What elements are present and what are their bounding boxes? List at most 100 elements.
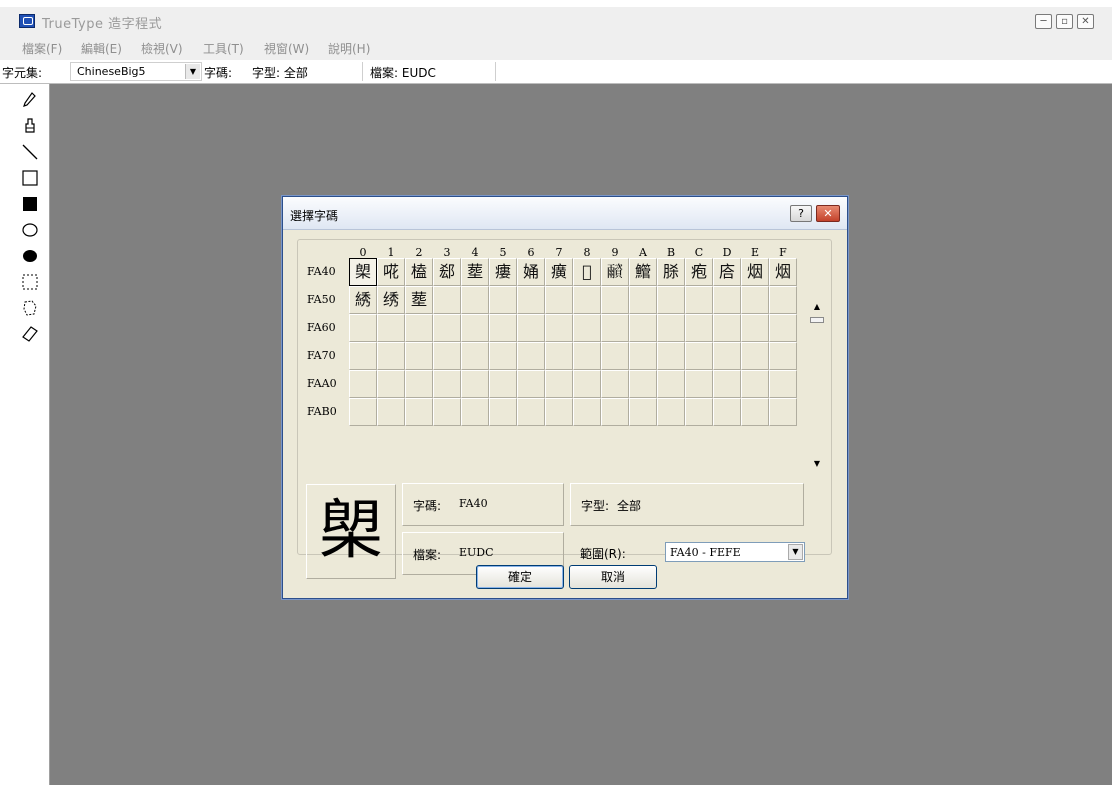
character-cell[interactable]: 塟	[405, 286, 433, 314]
character-cell[interactable]	[405, 370, 433, 398]
character-cell[interactable]	[377, 370, 405, 398]
character-cell[interactable]	[601, 286, 629, 314]
chevron-down-icon[interactable]: ▼	[185, 64, 200, 79]
minimize-button[interactable]: ─	[1035, 14, 1052, 29]
character-cell[interactable]: 𩆂	[601, 258, 629, 286]
character-cell[interactable]	[601, 370, 629, 398]
character-cell[interactable]	[405, 314, 433, 342]
rectangular-selection-icon[interactable]	[22, 274, 38, 290]
character-cell[interactable]	[405, 398, 433, 426]
character-cell[interactable]: 绣	[377, 286, 405, 314]
character-cell[interactable]	[769, 342, 797, 370]
character-cell[interactable]	[657, 398, 685, 426]
character-cell[interactable]	[545, 342, 573, 370]
character-cell[interactable]	[573, 370, 601, 398]
character-cell[interactable]	[377, 342, 405, 370]
pencil-icon[interactable]	[22, 92, 38, 108]
character-cell[interactable]: 㛚	[517, 258, 545, 286]
grid-scrollbar[interactable]: ▲ ▼	[810, 300, 824, 471]
character-cell[interactable]	[349, 314, 377, 342]
restore-button[interactable]: ▫	[1056, 14, 1073, 29]
hollow-rectangle-icon[interactable]	[22, 170, 38, 186]
character-cell[interactable]	[629, 286, 657, 314]
character-cell[interactable]	[713, 370, 741, 398]
character-cell[interactable]	[685, 286, 713, 314]
character-cell[interactable]	[461, 370, 489, 398]
character-cell[interactable]	[573, 286, 601, 314]
menu-window[interactable]: 視窗(W)	[264, 40, 309, 57]
character-cell[interactable]	[489, 370, 517, 398]
app-icon[interactable]	[19, 14, 35, 28]
help-button[interactable]: ?	[790, 205, 812, 222]
line-icon[interactable]	[22, 144, 38, 160]
character-cell[interactable]: 疱	[685, 258, 713, 286]
character-cell[interactable]	[349, 342, 377, 370]
character-cell[interactable]	[489, 314, 517, 342]
brush-icon[interactable]	[22, 118, 38, 134]
menu-tools[interactable]: 工具(T)	[203, 40, 244, 57]
character-cell[interactable]	[629, 398, 657, 426]
character-cell[interactable]: 烟	[741, 258, 769, 286]
character-cell[interactable]	[741, 342, 769, 370]
character-cell[interactable]	[713, 286, 741, 314]
character-cell[interactable]	[769, 314, 797, 342]
character-cell[interactable]	[685, 314, 713, 342]
character-cell[interactable]	[377, 314, 405, 342]
character-cell[interactable]	[713, 342, 741, 370]
character-cell[interactable]	[741, 286, 769, 314]
character-cell[interactable]	[685, 370, 713, 398]
character-cell[interactable]	[769, 286, 797, 314]
character-cell[interactable]	[769, 370, 797, 398]
character-cell[interactable]	[545, 398, 573, 426]
character-cell[interactable]	[433, 398, 461, 426]
cancel-button[interactable]: 取消	[569, 565, 657, 589]
character-cell[interactable]	[601, 398, 629, 426]
character-cell[interactable]: 脎	[657, 258, 685, 286]
character-cell[interactable]	[517, 370, 545, 398]
character-cell[interactable]	[685, 398, 713, 426]
character-cell[interactable]: 𦶜	[573, 258, 601, 286]
character-cell[interactable]	[433, 286, 461, 314]
character-cell[interactable]	[461, 342, 489, 370]
character-cell[interactable]	[657, 370, 685, 398]
character-cell[interactable]	[489, 398, 517, 426]
character-cell[interactable]	[769, 398, 797, 426]
character-cell[interactable]: 塟	[461, 258, 489, 286]
character-cell[interactable]	[461, 398, 489, 426]
menu-file[interactable]: 檔案(F)	[22, 40, 62, 57]
character-cell[interactable]: 𢈈	[713, 258, 741, 286]
character-cell[interactable]	[489, 342, 517, 370]
character-cell[interactable]	[741, 398, 769, 426]
character-cell[interactable]	[741, 314, 769, 342]
character-cell[interactable]	[545, 314, 573, 342]
character-cell[interactable]: 䲘	[629, 258, 657, 286]
ok-button[interactable]: 確定	[476, 565, 564, 589]
scroll-down-icon[interactable]: ▼	[810, 457, 824, 471]
filled-ellipse-icon[interactable]	[22, 248, 38, 264]
menu-view[interactable]: 檢視(V)	[141, 40, 183, 57]
character-cell[interactable]	[545, 370, 573, 398]
character-cell[interactable]: 綉	[349, 286, 377, 314]
charset-dropdown[interactable]: ChineseBig5 ▼	[70, 62, 202, 81]
menu-help[interactable]: 說明(H)	[328, 40, 370, 57]
filled-rectangle-icon[interactable]	[22, 196, 38, 212]
character-cell[interactable]	[349, 370, 377, 398]
scroll-up-icon[interactable]: ▲	[810, 300, 824, 314]
character-cell[interactable]	[489, 286, 517, 314]
character-cell[interactable]	[461, 286, 489, 314]
character-cell[interactable]	[517, 398, 545, 426]
character-cell[interactable]	[713, 398, 741, 426]
character-cell[interactable]	[433, 314, 461, 342]
character-cell[interactable]: 瘻	[489, 258, 517, 286]
range-dropdown[interactable]: FA40 - FEFE ▼	[665, 542, 805, 562]
character-cell[interactable]: 郄	[433, 258, 461, 286]
character-cell[interactable]	[461, 314, 489, 342]
character-cell[interactable]	[657, 286, 685, 314]
character-cell[interactable]	[573, 314, 601, 342]
character-cell[interactable]: 烟	[769, 258, 797, 286]
character-cell[interactable]	[573, 342, 601, 370]
character-cell[interactable]	[601, 342, 629, 370]
character-cell[interactable]	[377, 398, 405, 426]
character-cell[interactable]	[629, 370, 657, 398]
eraser-icon[interactable]	[22, 326, 38, 342]
